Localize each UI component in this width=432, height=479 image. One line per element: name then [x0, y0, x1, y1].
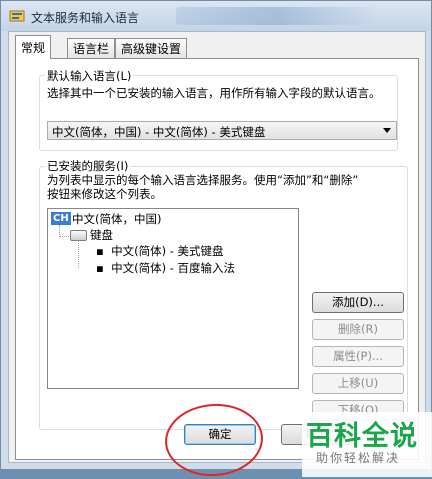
default-language-selected: 中文(简体，中国) - 中文(简体) - 美式键盘: [52, 125, 266, 139]
tab-general-label: 常规: [21, 41, 46, 55]
tab-language-bar[interactable]: 语言栏: [67, 38, 116, 58]
chevron-down-icon: [383, 128, 391, 133]
tree-connector: [59, 236, 69, 237]
tree-service-item[interactable]: ▪ 中文(简体) - 百度输入法: [96, 260, 235, 276]
window-title: 文本服务和输入语言: [31, 11, 140, 25]
tab-panel-general: 默认输入语言(L) 选择其中一个已安装的输入语言，用作所有输入字段的默认语言。 …: [15, 58, 419, 460]
remove-button[interactable]: 删除(R): [312, 319, 404, 340]
tab-language-bar-label: 语言栏: [73, 42, 110, 56]
tree-connector: [78, 240, 79, 268]
watermark-logo-text: 百科全说: [306, 421, 418, 452]
tree-language-node[interactable]: 中文(简体，中国): [72, 211, 161, 227]
dialog-client-area: 常规 语言栏 高级键设置 默认输入语言(L) 选择其中一个已安装的输入语言，用作…: [8, 31, 426, 463]
tree-service-item-label: 中文(简体) - 百度输入法: [111, 261, 236, 275]
watermark-slogan: 助你轻松解决: [316, 451, 401, 465]
tree-category-node[interactable]: 键盘: [90, 227, 113, 243]
installed-services-tree[interactable]: CH 中文(简体，中国) 键盘 ▪ 中文(简体) - 美式键盘 ▪ 中文(简体)…: [47, 208, 299, 389]
tab-general[interactable]: 常规: [15, 35, 52, 59]
tab-advanced-key-settings[interactable]: 高级键设置: [115, 38, 188, 58]
installed-services-description-2: 按钮来修改这个列表。: [47, 187, 162, 201]
dialog-window: 文本服务和输入语言 常规 语言栏 高级键设置 默认输入语言(L) 选择其中一个已…: [0, 0, 432, 470]
tab-advanced-key-settings-label: 高级键设置: [121, 42, 182, 56]
add-button[interactable]: 添加(D)...: [312, 292, 404, 313]
default-language-description: 选择其中一个已安装的输入语言，用作所有输入字段的默认语言。: [47, 86, 381, 100]
installed-services-description-1: 为列表中显示的每个输入语言选择服务。使用“添加”和“删除”: [47, 173, 359, 187]
default-language-select[interactable]: 中文(简体，中国) - 中文(简体) - 美式键盘: [47, 121, 397, 140]
installed-services-legend: 已安装的服务(I): [45, 158, 131, 174]
app-icon: [9, 10, 25, 22]
blurred-background: [176, 7, 376, 25]
properties-button[interactable]: 属性(P)...: [312, 346, 404, 367]
language-badge: CH: [51, 212, 71, 225]
default-language-legend: 默认输入语言(L): [45, 68, 134, 84]
title-bar[interactable]: 文本服务和输入语言: [1, 1, 431, 31]
move-up-button[interactable]: 上移(U): [312, 373, 404, 394]
tree-service-item[interactable]: ▪ 中文(简体) - 美式键盘: [96, 243, 224, 259]
tree-service-item-label: 中文(简体) - 美式键盘: [111, 244, 224, 258]
